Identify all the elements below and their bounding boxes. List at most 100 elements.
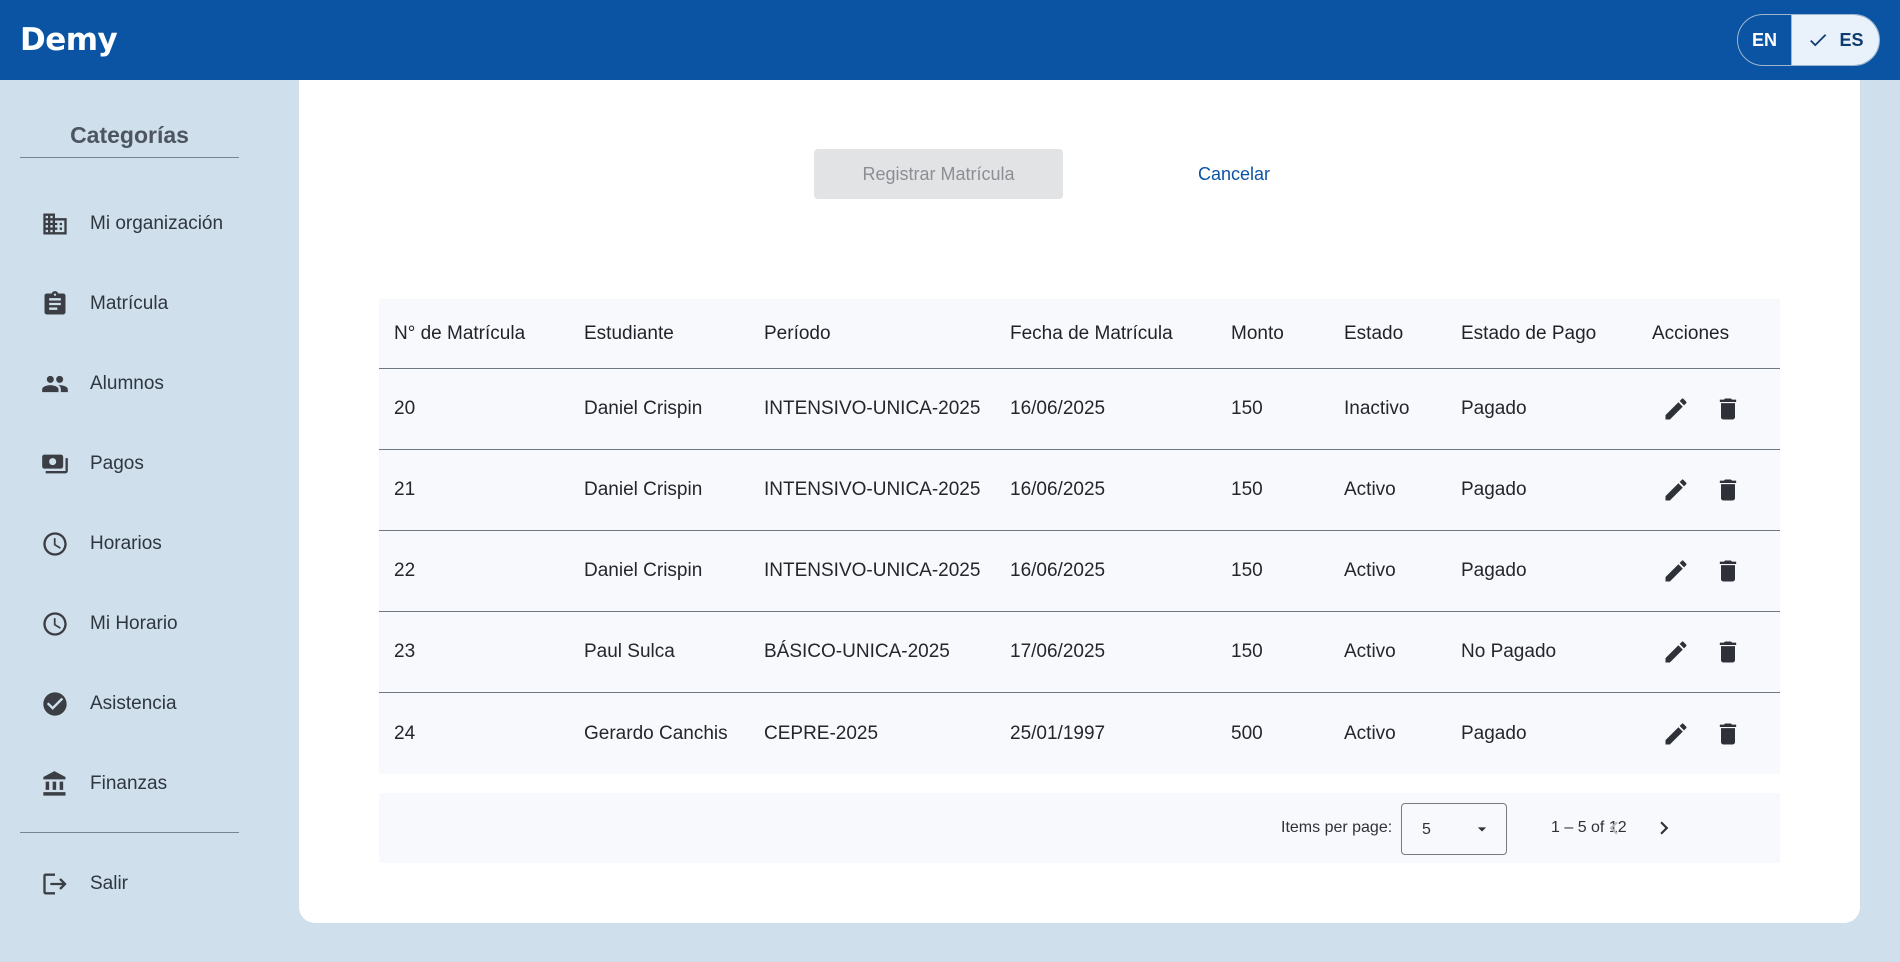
building-icon [40, 209, 70, 239]
table-cell: CEPRE-2025 [764, 722, 879, 744]
column-header[interactable]: Estudiante [569, 323, 749, 345]
sidebar-item-label: Pagos [90, 453, 144, 474]
page-size-value: 5 [1422, 821, 1431, 838]
table-cell: 150 [1231, 641, 1263, 662]
row-actions [1637, 475, 1780, 505]
register-enrollment-button[interactable]: Registrar Matrícula [814, 149, 1063, 199]
table-cell: Activo [1344, 479, 1396, 500]
edit-icon [1665, 398, 1687, 420]
items-per-page-label: Items per page: [1281, 819, 1393, 836]
table-cell: 25/01/1997 [1010, 722, 1106, 744]
language-toggle: EN ES [1737, 14, 1880, 66]
edit-icon [1665, 479, 1687, 501]
table-cell: Pagado [1461, 398, 1527, 419]
sidebar-item-label: Matrícula [90, 293, 169, 314]
table-cell: 150 [1231, 560, 1263, 581]
delete-button[interactable] [1713, 394, 1743, 424]
column-header[interactable]: Estado [1329, 323, 1446, 345]
trash-icon [1719, 398, 1737, 420]
table-cell: 21 [394, 479, 416, 500]
column-header[interactable]: Estado de Pago [1446, 323, 1637, 345]
column-header[interactable]: Monto [1216, 323, 1329, 345]
row-actions [1637, 394, 1780, 424]
edit-button[interactable] [1661, 556, 1691, 586]
sidebar-item-label: Alumnos [90, 373, 164, 394]
table-cell: 16/06/2025 [1010, 398, 1106, 419]
paginator: Items per page: 5 1 – 5 of 12 [379, 793, 1780, 863]
table-cell: Pagado [1461, 479, 1527, 500]
table-cell: INTENSIVO-UNICA-2025 [764, 398, 981, 419]
app-brand[interactable]: Demy [20, 22, 118, 58]
table-cell: Inactivo [1344, 398, 1410, 419]
people-icon [40, 369, 70, 399]
lang-es-button[interactable]: ES [1792, 15, 1879, 65]
table-cell: 23 [394, 641, 416, 662]
check-circle-icon [40, 689, 70, 719]
bank-icon [40, 769, 70, 799]
main-card: Registrar Matrícula Cancelar N° de Matrí… [299, 80, 1860, 923]
dropdown-arrow-icon [1477, 827, 1487, 832]
lang-es-label: ES [1839, 29, 1864, 50]
logout-label: Salir [90, 873, 129, 894]
delete-button[interactable] [1713, 556, 1743, 586]
sidebar-item-alumnos[interactable]: Alumnos [40, 364, 164, 404]
column-header[interactable]: N° de Matrícula [379, 323, 569, 345]
table-cell: Pagado [1461, 560, 1527, 581]
cancel-button[interactable]: Cancelar [1169, 149, 1299, 199]
table-cell: 24 [394, 722, 416, 744]
table-cell: 22 [394, 560, 416, 581]
sidebar-item-mi-organizacion[interactable]: Mi organización [40, 204, 223, 244]
column-header: Acciones [1652, 322, 1730, 344]
table-row: 20 Daniel Crispin INTENSIVO-UNICA-2025 16/0… [379, 369, 1780, 450]
sidebar-item-horarios[interactable]: Horarios [40, 524, 162, 564]
table-cell: Daniel Crispin [584, 398, 703, 419]
trash-icon [1719, 723, 1737, 744]
sidebar-item-asistencia[interactable]: Asistencia [40, 684, 177, 724]
row-actions [1637, 556, 1780, 586]
chevron-right-icon [1660, 821, 1669, 835]
logout-button[interactable]: Salir [40, 864, 128, 904]
edit-button[interactable] [1661, 637, 1691, 667]
delete-button[interactable] [1713, 719, 1743, 749]
row-actions [1637, 719, 1780, 749]
table-cell: 20 [394, 398, 416, 419]
trash-icon [1719, 641, 1737, 663]
edit-icon [1665, 641, 1687, 663]
trash-icon [1719, 560, 1737, 582]
sidebar-item-matricula[interactable]: Matrícula [40, 284, 168, 324]
sidebar-title: Categorías [20, 122, 239, 158]
table-cell: 17/06/2025 [1010, 641, 1106, 662]
page-size-select[interactable]: 5 [1401, 803, 1507, 855]
edit-button[interactable] [1661, 394, 1691, 424]
table-cell: No Pagado [1461, 641, 1557, 662]
sidebar-item-label: Finanzas [90, 773, 168, 794]
table-cell: 16/06/2025 [1010, 560, 1106, 581]
table-cell: 150 [1231, 398, 1263, 419]
enrollment-table: N° de Matrícula Estudiante Período Fecha… [379, 299, 1780, 774]
sidebar: Categorías Mi organización Matrícula Alu… [0, 80, 258, 962]
table-row: 24 Gerardo Canchis CEPRE-2025 25/01/1997 500… [379, 693, 1780, 774]
lang-en-label: EN [1751, 29, 1777, 50]
delete-button[interactable] [1713, 475, 1743, 505]
trash-icon [1719, 479, 1737, 501]
sidebar-item-label: Asistencia [90, 693, 177, 714]
table-cell: INTENSIVO-UNICA-2025 [764, 479, 981, 500]
edit-button[interactable] [1661, 475, 1691, 505]
table-cell: Daniel Crispin [584, 479, 703, 500]
column-header[interactable]: Período [749, 323, 995, 345]
delete-button[interactable] [1713, 637, 1743, 667]
table-row: 22 Daniel Crispin INTENSIVO-UNICA-2025 16/0… [379, 531, 1780, 612]
logout-icon [40, 869, 70, 899]
table-cell: Activo [1344, 722, 1396, 744]
table-row: 21 Daniel Crispin INTENSIVO-UNICA-2025 16/0… [379, 450, 1780, 531]
check-icon [1810, 34, 1827, 47]
sidebar-item-mi-horario[interactable]: Mi Horario [40, 604, 178, 644]
previous-page-button[interactable] [1599, 813, 1629, 843]
payments-icon [40, 449, 70, 479]
next-page-button[interactable] [1649, 813, 1679, 843]
column-header[interactable]: Fecha de Matrícula [995, 323, 1216, 345]
sidebar-item-pagos[interactable]: Pagos [40, 444, 144, 484]
edit-button[interactable] [1661, 719, 1691, 749]
lang-en-button[interactable]: EN [1738, 15, 1792, 65]
sidebar-item-finanzas[interactable]: Finanzas [40, 764, 167, 804]
